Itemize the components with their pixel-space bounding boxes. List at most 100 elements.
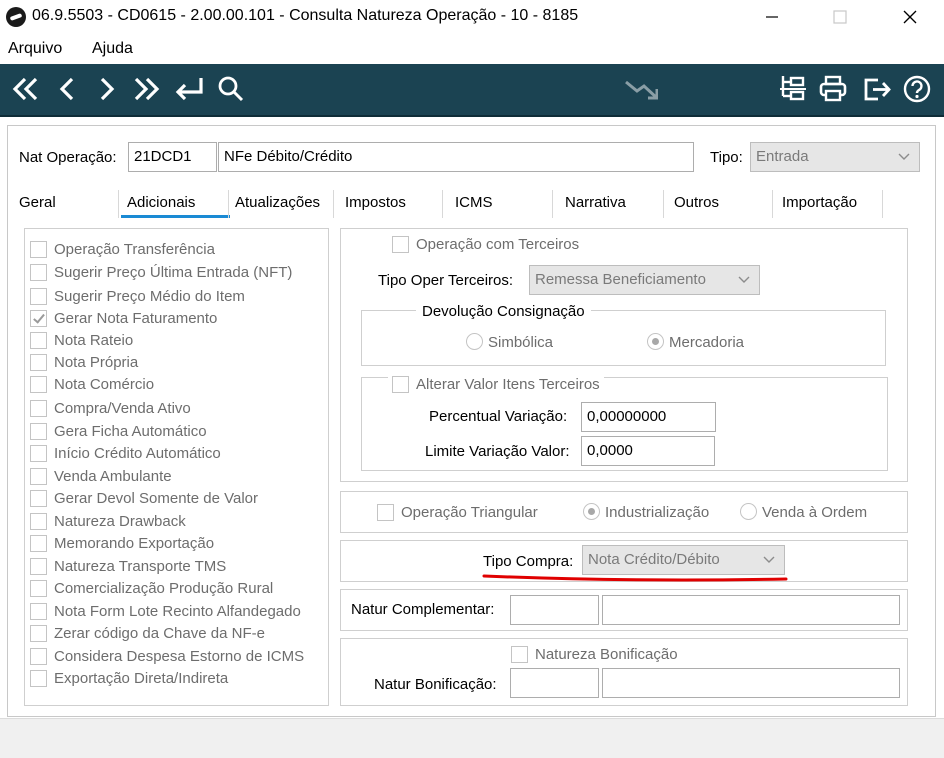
tab-geral[interactable]: Geral [19,194,56,222]
print-icon [819,75,847,102]
option-compra-venda-ativo[interactable]: Compra/Venda Ativo [30,397,191,419]
checkbox[interactable] [30,534,47,552]
radio-venda-ordem[interactable]: Venda à Ordem [740,503,867,521]
exit-icon [864,78,891,101]
option-natureza-transporte-tms[interactable]: Natureza Transporte TMS [30,555,226,577]
option-zerar-codigo-chave-nfe[interactable]: Zerar código da Chave da NF-e [30,622,265,644]
option-sugerir-preco-ultima-entrada[interactable]: Sugerir Preço Última Entrada (NFT) [30,261,292,283]
option-nota-rateio[interactable]: Nota Rateio [30,329,133,351]
checkbox[interactable] [392,375,409,393]
tipo-oper-terceiros-select[interactable]: Remessa Beneficiamento [529,265,760,295]
checkbox[interactable] [30,399,47,417]
tab-outros[interactable]: Outros [674,194,719,222]
checkbox[interactable] [30,557,47,575]
checkbox[interactable] [30,422,47,440]
option-gerar-nota-faturamento[interactable]: Gerar Nota Faturamento [30,307,217,329]
option-operacao-transferencia[interactable]: Operação Transferência [30,238,215,260]
first-record-button[interactable] [8,72,42,106]
minimize-button[interactable] [752,4,792,30]
menu-arquivo[interactable]: Arquivo [8,40,62,58]
option-gerar-devol-somente-valor[interactable]: Gerar Devol Somente de Valor [30,487,258,509]
last-record-button[interactable] [130,72,164,106]
tab-atualizacoes[interactable]: Atualizações [235,194,320,222]
exit-button[interactable] [860,72,894,106]
option-memorando-exportacao[interactable]: Memorando Exportação [30,532,214,554]
option-considera-despesa-estorno-icms[interactable]: Considera Despesa Estorno de ICMS [30,645,304,667]
option-comercializacao-producao-rural[interactable]: Comercialização Produção Rural [30,577,273,599]
tab-divider [333,190,334,218]
checkbox[interactable] [30,375,47,393]
checkbox[interactable] [30,647,47,665]
return-icon [175,78,203,101]
checkbox[interactable] [392,235,409,253]
option-exportacao-direta-indireta[interactable]: Exportação Direta/Indireta [30,667,228,689]
natur-bonificacao-desc-field[interactable] [602,668,900,698]
radio-button[interactable] [466,333,483,350]
previous-record-button[interactable] [50,72,84,106]
option-nota-comercio[interactable]: Nota Comércio [30,373,154,395]
checkbox[interactable] [30,444,47,462]
close-button[interactable] [890,4,930,30]
option-gera-ficha-automatico[interactable]: Gera Ficha Automático [30,420,207,442]
natur-complementar-code-field[interactable] [510,595,599,625]
next-icon [100,77,115,101]
checkbox[interactable] [30,512,47,530]
next-record-button[interactable] [90,72,124,106]
maximize-button[interactable] [820,4,860,30]
checkbox[interactable] [377,503,394,521]
checkbox[interactable] [30,489,47,507]
radio-industrializacao[interactable]: Industrialização [583,503,709,521]
checkbox[interactable] [30,579,47,597]
checkbox[interactable] [30,669,47,687]
tab-narrativa[interactable]: Narrativa [565,194,626,222]
search-button[interactable] [214,72,248,106]
operacao-terceiros-option[interactable]: Operação com Terceiros [392,233,579,255]
radio-mercadoria[interactable]: Mercadoria [647,333,744,351]
maximize-icon [833,10,847,24]
checkbox[interactable] [30,331,47,349]
tipo-select[interactable]: Entrada [750,142,920,172]
checkbox[interactable] [30,467,47,485]
help-button[interactable] [900,72,934,106]
tipo-compra-label: Tipo Compra: [483,553,574,570]
radio-button[interactable] [740,503,757,520]
nat-operacao-desc-field[interactable]: NFe Débito/Crédito [218,142,694,172]
checkbox[interactable] [30,240,47,258]
checkbox[interactable] [30,287,47,305]
tab-impostos[interactable]: Impostos [345,194,406,222]
alterar-valor-itens-option[interactable]: Alterar Valor Itens Terceiros [388,373,604,395]
menu-ajuda[interactable]: Ajuda [92,40,133,58]
tab-divider [118,190,119,218]
natur-bonificacao-code-field[interactable] [510,668,599,698]
option-natureza-drawback[interactable]: Natureza Drawback [30,510,186,532]
operacao-triangular-option[interactable]: Operação Triangular [377,501,538,523]
radio-simbolica[interactable]: Simbólica [466,333,553,351]
checkbox[interactable] [30,263,47,281]
nat-operacao-code-field[interactable]: 21DCD1 [128,142,217,172]
tab-icms[interactable]: ICMS [455,194,493,222]
checkbox[interactable] [30,353,47,371]
menu-bar: Arquivo Ajuda [0,34,944,64]
print-button[interactable] [816,72,850,106]
natur-complementar-desc-field[interactable] [602,595,900,625]
option-sugerir-preco-medio[interactable]: Sugerir Preço Médio do Item [30,285,245,307]
natureza-bonificacao-option[interactable]: Natureza Bonificação [511,643,678,665]
checkbox-checked[interactable] [30,309,47,327]
checkbox[interactable] [511,645,528,663]
percentual-variacao-field[interactable]: 0,00000000 [581,402,716,432]
percentual-variacao-label: Percentual Variação: [429,408,568,425]
radio-button-selected[interactable] [583,503,600,520]
return-button[interactable] [172,72,206,106]
tree-button[interactable] [776,72,810,106]
radio-button-selected[interactable] [647,333,664,350]
option-nota-form-lote-recinto[interactable]: Nota Form Lote Recinto Alfandegado [30,600,301,622]
option-nota-propria[interactable]: Nota Própria [30,351,138,373]
tab-importacao[interactable]: Importação [782,194,857,222]
checkbox[interactable] [30,624,47,642]
option-venda-ambulante[interactable]: Venda Ambulante [30,465,172,487]
main-window: 06.9.5503 - CD0615 - 2.00.00.101 - Consu… [0,0,944,758]
checkbox[interactable] [30,602,47,620]
limite-variacao-field[interactable]: 0,0000 [581,436,715,466]
option-inicio-credito-automatico[interactable]: Início Crédito Automático [30,442,221,464]
trend-button[interactable] [624,72,658,106]
